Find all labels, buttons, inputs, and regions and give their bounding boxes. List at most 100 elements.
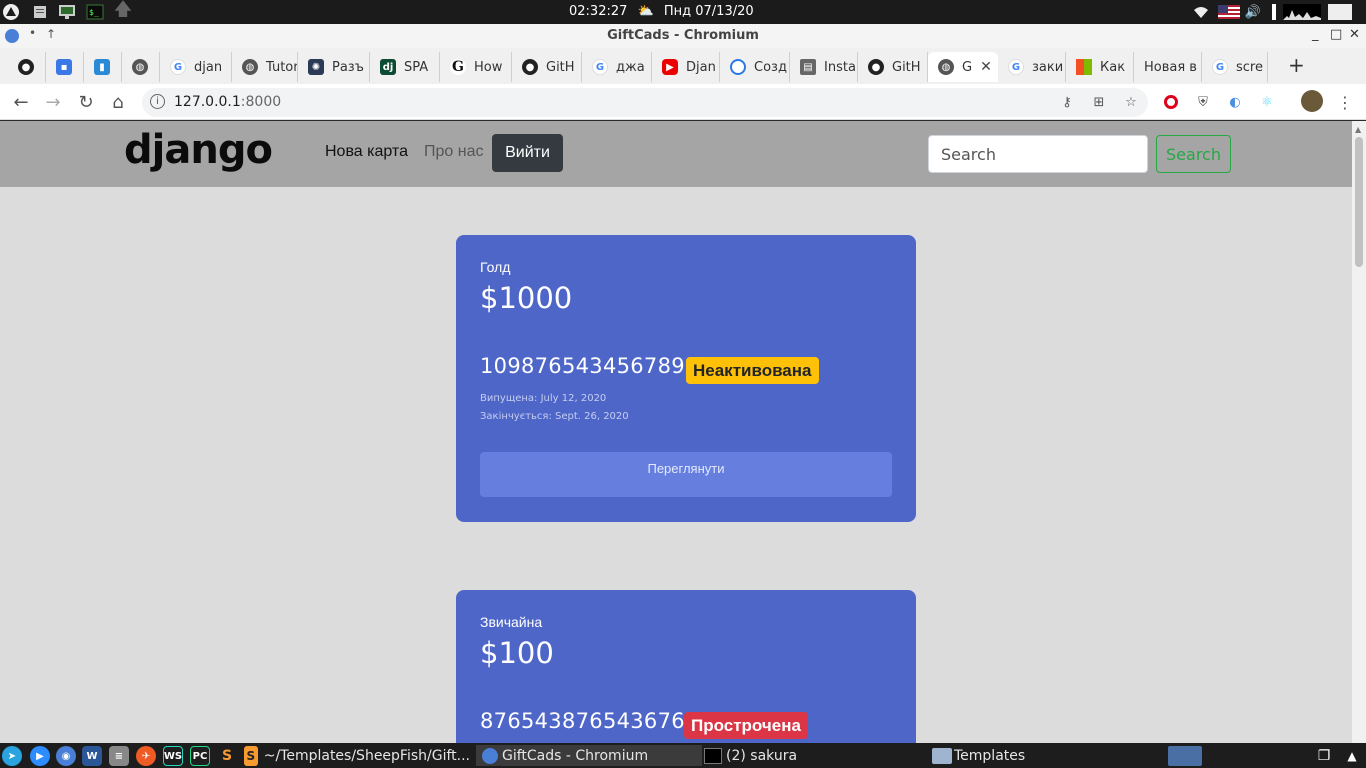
view-card-button[interactable]: Переглянути — [480, 452, 892, 497]
translate-icon[interactable]: ⊞ — [1090, 93, 1108, 111]
search-button[interactable]: Search — [1156, 135, 1231, 173]
address-bar[interactable]: i 127.0.0.1:8000 ⚷ ⊞ ☆ — [142, 88, 1148, 117]
files-icon[interactable] — [31, 3, 49, 21]
arrow-up-icon[interactable]: 🡅 — [114, 0, 133, 21]
site-logo[interactable]: django — [124, 127, 273, 173]
github-icon: ● — [522, 59, 538, 75]
tab-new[interactable]: Новая в — [1134, 52, 1202, 82]
page-viewport: django Нова карта Про нас Вийти Search S… — [0, 121, 1352, 743]
tab-label: Как — [1100, 59, 1126, 75]
search-input[interactable]: Search — [928, 135, 1148, 173]
minimize-button[interactable]: _ — [1312, 27, 1319, 42]
sublime-icon: S — [244, 745, 258, 766]
webstorm-icon[interactable]: WS — [163, 746, 183, 766]
status-badge: Неактивована — [686, 357, 819, 384]
card-type: Звичайна — [480, 614, 543, 630]
forward-button[interactable]: → — [42, 91, 64, 113]
tab-insta[interactable]: ▤ Insta — [790, 52, 858, 82]
keyboard-layout-icon[interactable] — [1168, 746, 1202, 766]
volume-icon[interactable]: 🔊 — [1244, 3, 1262, 21]
scrollbar-thumb[interactable] — [1355, 137, 1363, 267]
task-sublime[interactable]: S ~/Templates/SheepFish/Gift... — [244, 745, 470, 766]
tab-google-zak[interactable]: Gзаки — [998, 52, 1066, 82]
clock-date: Пнд 07/13/20 — [663, 4, 754, 19]
card-number: 8765438765436761 — [480, 709, 699, 733]
page-scrollbar[interactable]: ▲ — [1352, 121, 1366, 743]
maximize-button[interactable]: □ — [1330, 27, 1342, 42]
tab-trello[interactable]: ▮ — [84, 52, 122, 82]
new-tab-button[interactable]: + — [1288, 53, 1305, 77]
wifi-icon[interactable] — [1192, 3, 1210, 21]
window-titlebar[interactable]: • ↑ GiftCads - Chromium _ □ ✕ — [0, 24, 1366, 48]
nav-about[interactable]: Про нас — [424, 143, 483, 161]
postman-icon[interactable]: ✈ — [136, 746, 156, 766]
card-amount: $1000 — [480, 281, 573, 315]
key-icon[interactable]: ⚷ — [1058, 93, 1076, 111]
reload-button[interactable]: ↻ — [75, 91, 97, 113]
logout-button[interactable]: Вийти — [492, 134, 563, 172]
url-text: 127.0.0.1:8000 — [174, 94, 281, 110]
youtube-icon: ▶ — [662, 59, 678, 75]
telegram-icon[interactable]: ➤ — [2, 746, 22, 766]
tab-contacts[interactable]: ▪ — [46, 52, 84, 82]
tab-github[interactable]: ● — [8, 52, 46, 82]
database-icon[interactable]: ≡ — [109, 746, 129, 766]
sublime-icon[interactable]: S — [217, 746, 237, 766]
clock[interactable]: 02:32:27 ⛅ Пнд 07/13/20 — [569, 4, 760, 19]
terminal-icon[interactable]: $_ — [86, 3, 104, 21]
bookmark-star-icon[interactable]: ☆ — [1122, 93, 1140, 111]
tab-github-2[interactable]: ● GitH — [512, 52, 582, 82]
tab-close-icon[interactable]: ✕ — [980, 59, 992, 75]
tab-how[interactable]: G How — [440, 52, 512, 82]
globe-icon: ◍ — [938, 59, 954, 75]
home-button[interactable]: ⌂ — [107, 91, 129, 113]
tab-label: Djan — [686, 59, 716, 75]
menu-kebab-icon[interactable]: ⋮ — [1336, 93, 1354, 112]
svg-text:$_: $_ — [89, 8, 99, 17]
pycharm-icon[interactable]: PC — [190, 746, 210, 766]
word-icon[interactable]: W — [82, 746, 102, 766]
browser-toolbar: ← → ↻ ⌂ i 127.0.0.1:8000 ⚷ ⊞ ☆ ⛨ ◐ ⚛ ⋮ — [0, 84, 1366, 120]
close-window-button[interactable]: ✕ — [1349, 27, 1360, 42]
scroll-up-icon[interactable]: ▲ — [1355, 125, 1361, 134]
task-files[interactable]: Templates — [932, 745, 1152, 766]
task-chromium[interactable]: GiftCads - Chromium — [476, 745, 702, 766]
tab-strip: ● ▪ ▮ ◍ Gdjan ◍ Tutor ✺ Разъ dj SPA G How ● G… — [0, 48, 1366, 84]
system-panel: $_ 🡅 02:32:27 ⛅ Пнд 07/13/20 🔊 — [0, 0, 1366, 24]
taskbar-up-icon[interactable]: ▲ — [1342, 746, 1362, 766]
tab-globe[interactable]: ◍ — [122, 52, 160, 82]
workspace-icon[interactable] — [1326, 3, 1354, 21]
tab-sozd[interactable]: Созд — [720, 52, 790, 82]
back-button[interactable]: ← — [10, 91, 32, 113]
shield-icon[interactable]: ⛨ — [1194, 93, 1212, 111]
avatar[interactable] — [1301, 90, 1323, 112]
monitor-icon[interactable] — [58, 3, 76, 21]
tab-youtube[interactable]: ▶ Djan — [652, 52, 720, 82]
react-devtools-icon[interactable]: ⚛ — [1258, 93, 1276, 111]
show-desktop-icon[interactable]: ❐ — [1314, 746, 1334, 766]
tab-razb[interactable]: ✺ Разъ — [298, 52, 370, 82]
tab-tutorial[interactable]: ◍ Tutor — [232, 52, 298, 82]
tab-google-dja[interactable]: Gджа — [582, 52, 652, 82]
taskbar: ➤ ▶ ◉ W ≡ ✈ WS PC S S ~/Templates/SheepF… — [0, 743, 1366, 768]
us-flag-icon[interactable] — [1218, 3, 1240, 21]
tab-github-3[interactable]: ● GitH — [858, 52, 928, 82]
tab-label: Новая в — [1144, 59, 1197, 75]
chromium-icon[interactable]: ◉ — [56, 746, 76, 766]
tab-label: заки — [1032, 59, 1064, 75]
tab-kak[interactable]: Как — [1066, 52, 1134, 82]
github-icon: ● — [18, 59, 34, 75]
task-terminal[interactable]: (2) sakura — [704, 745, 924, 766]
tab-active[interactable]: ◍ G ✕ — [928, 52, 998, 82]
opera-icon[interactable] — [1162, 93, 1180, 111]
tab-spa[interactable]: dj SPA — [370, 52, 440, 82]
google-icon: G — [1008, 59, 1024, 75]
nav-new-card[interactable]: Нова карта — [325, 143, 408, 161]
zoom-icon[interactable]: ▶ — [30, 746, 50, 766]
tab-google-django[interactable]: Gdjan — [160, 52, 232, 82]
distro-icon[interactable] — [2, 3, 20, 21]
extension-icon[interactable]: ◐ — [1226, 93, 1244, 111]
info-icon[interactable]: i — [150, 94, 165, 109]
tab-google-scre[interactable]: Gscre — [1202, 52, 1268, 82]
github-icon: ● — [868, 59, 884, 75]
